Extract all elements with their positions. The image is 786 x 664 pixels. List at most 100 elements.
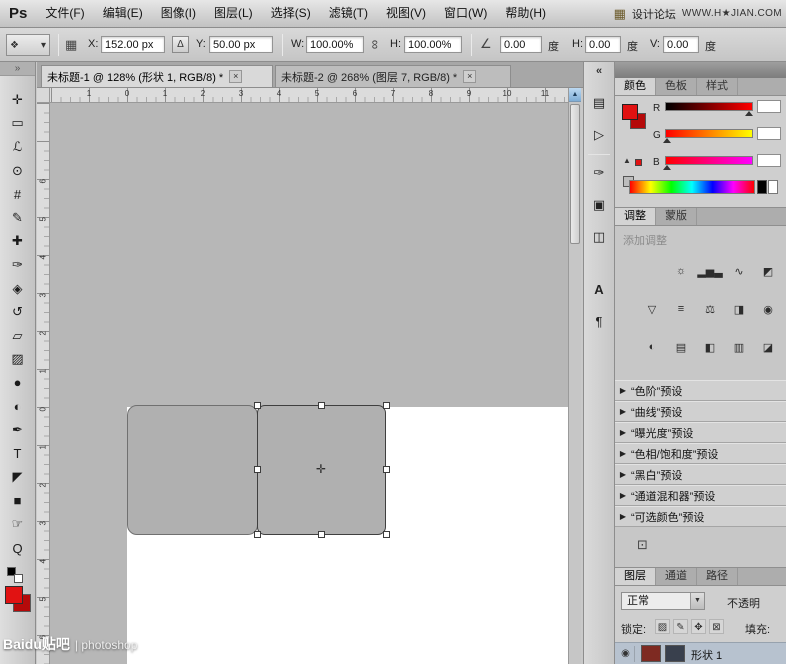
tool-preset-picker[interactable]: ❖ ▾	[6, 34, 50, 56]
blue-slider-thumb[interactable]	[663, 165, 671, 170]
healing-brush-tool[interactable]: ✚	[0, 230, 35, 254]
lock-position-icon[interactable]: ✥	[691, 619, 706, 634]
tab-color[interactable]: 颜色	[615, 78, 656, 95]
layer-visibility-eye-icon[interactable]: ◉	[617, 646, 635, 662]
gradient-map-icon[interactable]: ▥	[729, 338, 749, 356]
crop-tool[interactable]: #	[0, 182, 35, 206]
preset-black-white[interactable]: ▶ “黑白”预设	[615, 464, 786, 485]
transform-handle-e[interactable]	[383, 466, 390, 473]
green-slider-thumb[interactable]	[663, 138, 671, 143]
blend-mode-select[interactable]: 正常 ▼	[621, 592, 705, 610]
menu-window[interactable]: 窗口(W)	[435, 0, 496, 27]
character-panel-icon[interactable]: A	[587, 278, 611, 300]
tab-paths[interactable]: 路径	[697, 568, 738, 585]
brush-tool[interactable]: ✑	[0, 253, 35, 277]
menu-image[interactable]: 图像(I)	[152, 0, 205, 27]
red-slider[interactable]	[665, 102, 753, 111]
layer-vector-mask-thumbnail[interactable]	[665, 645, 685, 662]
rounded-rectangle-shape-left[interactable]	[127, 405, 258, 535]
green-value-input[interactable]	[757, 127, 781, 140]
tab-adjustments[interactable]: 调整	[615, 208, 656, 225]
transform-handle-sw[interactable]	[254, 531, 261, 538]
menu-filter[interactable]: 滤镜(T)	[320, 0, 377, 27]
menu-select[interactable]: 选择(S)	[262, 0, 320, 27]
menu-view[interactable]: 视图(V)	[377, 0, 435, 27]
shape-tool[interactable]: ■	[0, 489, 35, 513]
preset-levels[interactable]: ▶ “色阶”预设	[615, 380, 786, 401]
history-brush-tool[interactable]: ↺	[0, 300, 35, 324]
canvas[interactable]: ✛	[50, 103, 568, 664]
pen-tool[interactable]: ✒	[0, 418, 35, 442]
hand-tool[interactable]: ☞	[0, 513, 35, 537]
scrollbar-thumb[interactable]	[570, 104, 580, 244]
default-colors-icon[interactable]	[14, 574, 23, 583]
black-swatch[interactable]	[757, 180, 767, 194]
close-icon[interactable]: ×	[463, 70, 476, 83]
lasso-tool[interactable]: ℒ	[0, 135, 35, 159]
clone-stamp-tool[interactable]: ◈	[0, 277, 35, 301]
white-swatch[interactable]	[768, 180, 778, 194]
gamut-warning-icon[interactable]: ▲	[623, 156, 631, 165]
vskew-input[interactable]	[663, 36, 699, 53]
path-selection-tool[interactable]: ◤	[0, 466, 35, 490]
tab-swatches[interactable]: 色板	[656, 78, 697, 95]
close-icon[interactable]: ×	[229, 70, 242, 83]
menu-file[interactable]: 文件(F)	[36, 0, 93, 27]
menu-edit[interactable]: 编辑(E)	[94, 0, 152, 27]
curves-icon[interactable]: ∿	[729, 262, 749, 280]
tab-masks[interactable]: 蒙版	[656, 208, 697, 225]
preset-curves[interactable]: ▶ “曲线”预设	[615, 401, 786, 422]
marquee-tool[interactable]: ▭	[0, 112, 35, 136]
expand-dock-icon[interactable]: «	[584, 65, 614, 77]
lock-transparent-pixels-icon[interactable]: ▨	[655, 619, 670, 634]
exposure-icon[interactable]: ◩	[758, 262, 778, 280]
color-spectrum-ramp[interactable]	[629, 180, 755, 194]
link-wh-icon[interactable]: ∞	[368, 40, 383, 49]
lock-all-icon[interactable]: ⊠	[709, 619, 724, 634]
tab-styles[interactable]: 样式	[697, 78, 738, 95]
dodge-tool[interactable]: ◐	[0, 395, 35, 419]
eyedropper-tool[interactable]: ✎	[0, 206, 35, 230]
y-input[interactable]	[209, 36, 273, 53]
relative-position-delta-button[interactable]: Δ	[172, 36, 189, 53]
transform-handle-nw[interactable]	[254, 402, 261, 409]
quick-selection-tool[interactable]: ⊙	[0, 159, 35, 183]
preset-exposure[interactable]: ▶ “曝光度”预设	[615, 422, 786, 443]
preset-hue-saturation[interactable]: ▶ “色相/饱和度”预设	[615, 443, 786, 464]
black-white-icon[interactable]: ◨	[729, 300, 749, 318]
menu-layer[interactable]: 图层(L)	[205, 0, 262, 27]
reference-point-grid-icon[interactable]: ▦	[65, 37, 77, 53]
preset-channel-mixer[interactable]: ▶ “通道混和器”预设	[615, 485, 786, 506]
red-value-input[interactable]	[757, 100, 781, 113]
expanded-view-icon[interactable]: ⊡	[637, 537, 648, 553]
photo-filter-icon[interactable]: ◉	[758, 300, 778, 318]
green-slider[interactable]	[665, 129, 753, 138]
levels-icon[interactable]: ▂▅▃	[700, 262, 720, 280]
layer-row-selected[interactable]: ◉ 形状 1	[615, 642, 786, 664]
foreground-color-swatch[interactable]	[622, 104, 638, 120]
x-input[interactable]	[101, 36, 165, 53]
move-tool[interactable]: ✛	[0, 88, 35, 112]
paragraph-panel-icon[interactable]: ¶	[587, 310, 611, 332]
transform-handle-w[interactable]	[254, 466, 261, 473]
actions-panel-icon[interactable]: ▷	[587, 124, 611, 146]
hskew-input[interactable]	[585, 36, 621, 53]
scroll-up-icon[interactable]: ▲	[569, 88, 581, 102]
width-input[interactable]	[306, 36, 364, 53]
tab-channels[interactable]: 通道	[656, 568, 697, 585]
clone-source-panel-icon[interactable]: ▣	[587, 194, 611, 216]
transform-handle-se[interactable]	[383, 531, 390, 538]
posterize-icon[interactable]: ▤	[671, 338, 691, 356]
gradient-tool[interactable]: ▨	[0, 348, 35, 372]
type-tool[interactable]: T	[0, 442, 35, 466]
doc-tab-untitled-2[interactable]: 未标题-2 @ 268% (图层 7, RGB/8) * ×	[275, 65, 511, 87]
color-balance-icon[interactable]: ⚖	[700, 300, 720, 318]
layer-comps-panel-icon[interactable]: ◫	[587, 226, 611, 248]
threshold-icon[interactable]: ◧	[700, 338, 720, 356]
transform-center-crosshair[interactable]: ✛	[316, 462, 326, 476]
selective-color-icon[interactable]: ◪	[758, 338, 778, 356]
lock-image-pixels-icon[interactable]: ✎	[673, 619, 688, 634]
invert-icon[interactable]: ◐	[642, 338, 662, 356]
gamut-color-swatch[interactable]	[635, 159, 642, 166]
doc-tab-untitled-1[interactable]: 未标题-1 @ 128% (形状 1, RGB/8) * ×	[41, 65, 273, 87]
